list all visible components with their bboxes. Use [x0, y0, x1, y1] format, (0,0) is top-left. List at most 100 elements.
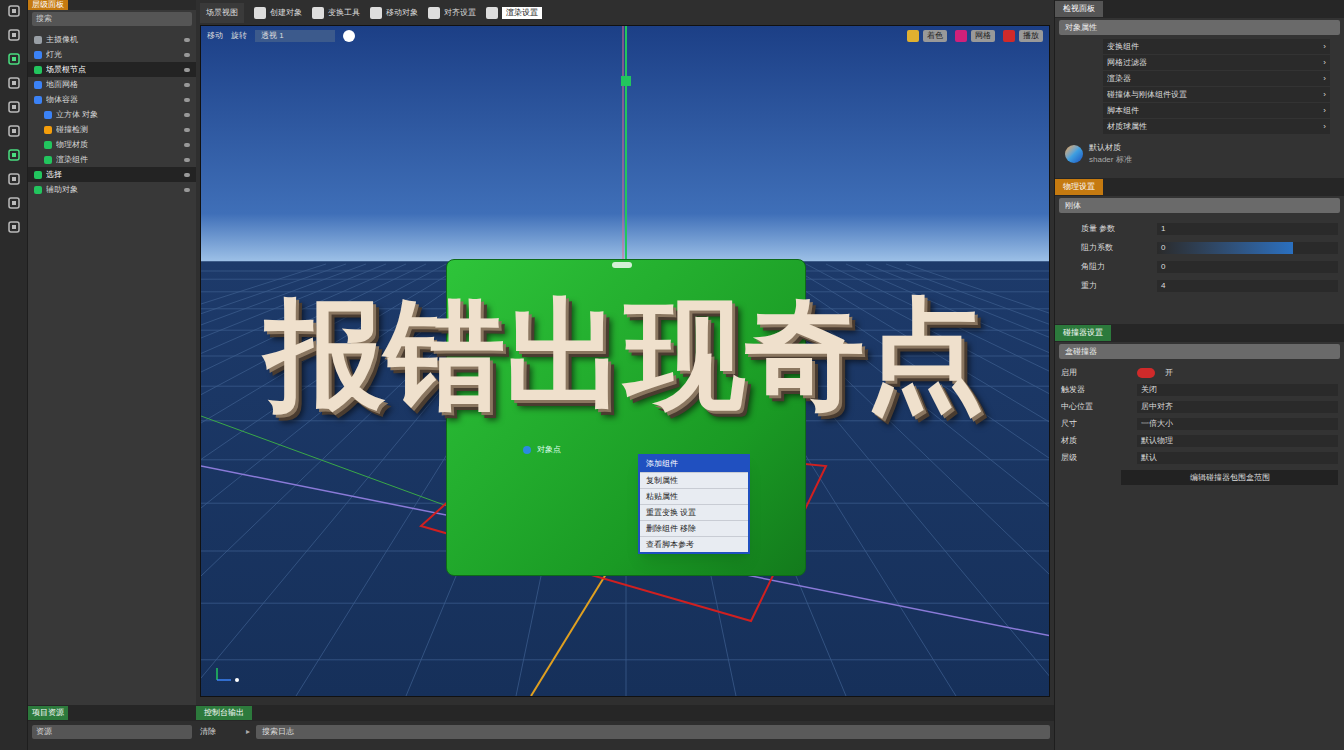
menu-item[interactable]: 查看脚本参考: [640, 536, 748, 552]
item-icon: [34, 36, 42, 44]
item-icon: [44, 126, 52, 134]
section-tab[interactable]: 检视面板: [1055, 1, 1103, 17]
chevron-icon: ›: [1323, 41, 1326, 53]
view-tool[interactable]: 旋转: [231, 30, 247, 42]
tree-item[interactable]: 渲染组件: [28, 152, 196, 167]
component-row[interactable]: 脚本组件›: [1103, 103, 1330, 118]
tree-item[interactable]: 场景根节点: [28, 62, 196, 77]
dropdown[interactable]: 盒碰撞器: [1059, 344, 1340, 359]
value-field[interactable]: 4: [1157, 280, 1338, 292]
tree-item[interactable]: 地面网格: [28, 77, 196, 92]
tool-icon[interactable]: [7, 28, 21, 42]
panel-tab[interactable]: 项目资源: [28, 706, 68, 720]
visibility-icon[interactable]: [184, 188, 190, 192]
menu-item[interactable]: 添加组件: [640, 456, 748, 472]
tree-item[interactable]: 灯光: [28, 47, 196, 62]
property-row: 质量 参数1: [1075, 221, 1344, 237]
item-icon: [34, 51, 42, 59]
tool-icon[interactable]: [7, 148, 21, 162]
button-icon: [955, 30, 967, 42]
play-icon[interactable]: ▸: [246, 726, 250, 738]
value-field[interactable]: 默认物理: [1137, 435, 1338, 447]
panel-header: 层级面板: [28, 0, 196, 10]
tree-list: 主摄像机灯光场景根节点地面网格物体容器立方体 对象碰撞检测物理材质渲染组件选择辅…: [28, 32, 196, 197]
value-field[interactable]: 居中对齐: [1137, 401, 1338, 413]
visibility-icon[interactable]: [184, 143, 190, 147]
tree-item[interactable]: 物体容器: [28, 92, 196, 107]
tool-icon[interactable]: [7, 52, 21, 66]
tree-item[interactable]: 选择: [28, 167, 196, 182]
tool-icon[interactable]: [7, 220, 21, 234]
edit-collider-button[interactable]: 编辑碰撞器包围盒范围: [1121, 470, 1338, 485]
dropdown[interactable]: 对象属性: [1059, 20, 1340, 35]
gizmo-icon[interactable]: [343, 30, 355, 42]
value-field[interactable]: 0: [1157, 261, 1338, 273]
section-tab[interactable]: 物理设置: [1055, 179, 1103, 195]
component-row[interactable]: 渲染器›: [1103, 71, 1330, 86]
component-row[interactable]: 网格过滤器›: [1103, 55, 1330, 70]
dropdown[interactable]: 刚体: [1059, 198, 1340, 213]
visibility-icon[interactable]: [184, 113, 190, 117]
component-row[interactable]: 碰撞体与刚体组件设置›: [1103, 87, 1330, 102]
visibility-icon[interactable]: [184, 68, 190, 72]
menu-item[interactable]: 删除组件 移除: [640, 520, 748, 536]
view-button[interactable]: 播放: [1019, 30, 1043, 42]
clear-button[interactable]: 清除: [200, 726, 240, 738]
tool-icon[interactable]: [7, 4, 21, 18]
scene-viewport[interactable]: 移动旋转透视 1着色网格播放对象点添加组件复制属性粘贴属性重置变换 设置删除组件…: [200, 25, 1050, 697]
tool-icon[interactable]: [7, 100, 21, 114]
tool-icon[interactable]: [7, 76, 21, 90]
view-tool[interactable]: 移动: [207, 30, 223, 42]
tree-item[interactable]: 辅助对象: [28, 182, 196, 197]
menu-item[interactable]: 重置变换 设置: [640, 504, 748, 520]
scene-tab[interactable]: 场景视图: [200, 3, 244, 23]
tool-icon: [254, 7, 266, 19]
property-row: 启用开: [1055, 365, 1344, 381]
visibility-icon[interactable]: [184, 128, 190, 132]
property-row: 中心位置居中对齐: [1055, 399, 1344, 415]
view-button[interactable]: 网格: [971, 30, 995, 42]
project-field[interactable]: 资源: [32, 725, 192, 739]
visibility-icon[interactable]: [184, 83, 190, 87]
toolbar-button[interactable]: 移动对象: [386, 7, 418, 19]
panel-tab[interactable]: 控制台输出: [196, 706, 252, 720]
tool-icon[interactable]: [7, 124, 21, 138]
search-field[interactable]: 搜索: [32, 12, 192, 26]
tool-icon[interactable]: [7, 172, 21, 186]
component-row[interactable]: 材质球属性›: [1103, 119, 1330, 134]
toggle[interactable]: [1137, 368, 1155, 378]
axis-icon: [213, 664, 243, 684]
panel-tab[interactable]: 层级面板: [28, 0, 68, 10]
visibility-icon[interactable]: [184, 98, 190, 102]
chevron-icon: ›: [1323, 73, 1326, 85]
value-field[interactable]: 1: [1157, 223, 1338, 235]
visibility-icon[interactable]: [184, 53, 190, 57]
view-mode-dropdown[interactable]: 透视 1: [255, 30, 335, 42]
visibility-icon[interactable]: [184, 158, 190, 162]
view-button[interactable]: 着色: [923, 30, 947, 42]
component-row[interactable]: 变换组件›: [1103, 39, 1330, 54]
property-row: 角阻力0: [1075, 259, 1344, 275]
tree-item[interactable]: 碰撞检测: [28, 122, 196, 137]
slider[interactable]: 0: [1157, 242, 1338, 254]
value-field[interactable]: 一倍大小: [1137, 418, 1338, 430]
toolbar-button[interactable]: 对齐设置: [444, 7, 476, 19]
value-field[interactable]: 默认: [1137, 452, 1338, 464]
console-search[interactable]: 搜索日志: [256, 725, 1050, 739]
menu-item[interactable]: 粘贴属性: [640, 488, 748, 504]
toolbar-button[interactable]: 变换工具: [328, 7, 360, 19]
asset-item[interactable]: 默认材质shader 标准: [1055, 142, 1344, 166]
console-panel: 控制台输出清除 ▸ 搜索日志: [196, 705, 1054, 750]
tree-item[interactable]: 物理材质: [28, 137, 196, 152]
property-row: 材质默认物理: [1055, 433, 1344, 449]
value-field[interactable]: 关闭: [1137, 384, 1338, 396]
tree-item[interactable]: 立方体 对象: [28, 107, 196, 122]
section-tab[interactable]: 碰撞器设置: [1055, 325, 1111, 341]
visibility-icon[interactable]: [184, 38, 190, 42]
tool-icon[interactable]: [7, 196, 21, 210]
tree-item[interactable]: 主摄像机: [28, 32, 196, 47]
toolbar-button[interactable]: 创建对象: [270, 7, 302, 19]
toolbar-button[interactable]: 渲染设置: [502, 7, 542, 19]
visibility-icon[interactable]: [184, 173, 190, 177]
menu-item[interactable]: 复制属性: [640, 472, 748, 488]
